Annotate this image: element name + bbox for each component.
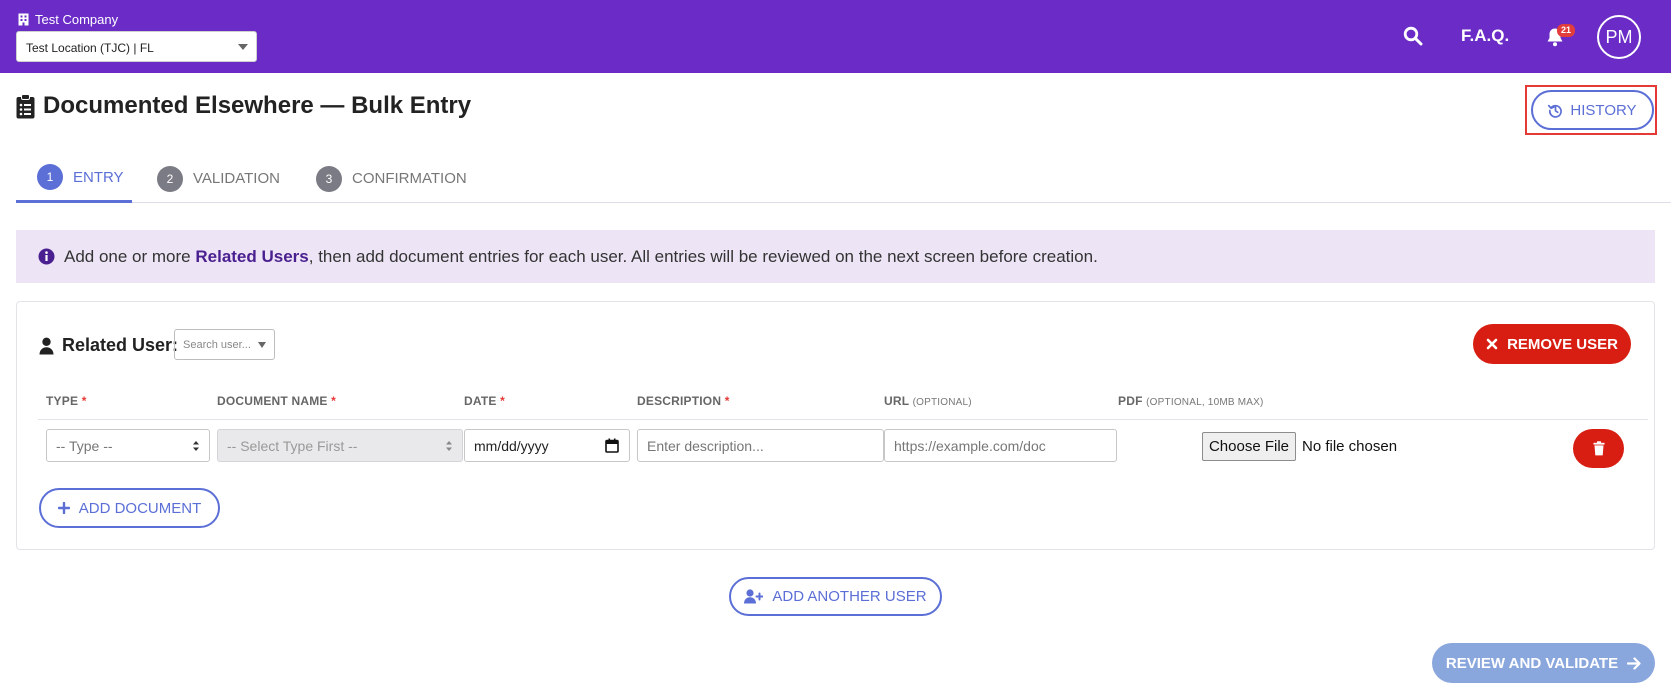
review-and-validate-label: REVIEW AND VALIDATE [1445,654,1619,672]
table-divider [38,419,1648,420]
page-title: Documented Elsewhere — Bulk Entry [16,92,471,120]
col-header-url: URL (OPTIONAL) [884,394,972,408]
required-mark: * [81,394,87,408]
type-select-value: -- Type -- [56,438,113,454]
description-placeholder: Enter description... [647,438,764,454]
user-plus-icon [744,589,764,604]
info-text-prefix: Add one or more [64,246,196,266]
col-header-type: TYPE * [46,394,87,408]
related-user-card: Related User: Search user... REMOVE USER… [16,301,1655,550]
col-header-type-text: TYPE [46,394,79,408]
url-input[interactable]: https://example.com/doc [884,429,1117,462]
history-icon [1548,104,1563,118]
remove-user-button[interactable]: REMOVE USER [1473,324,1631,364]
tab-label: CONFIRMATION [352,170,467,187]
company-name: Test Company [18,12,118,27]
step-number: 3 [316,165,342,192]
info-text-bold: Related Users [195,246,309,266]
building-icon [18,13,29,26]
col-header-date: DATE * [464,394,505,408]
info-text-suffix: , then add document entries for each use… [308,246,1098,266]
step-number: 2 [157,165,183,192]
step-tabs: 1 ENTRY 2 VALIDATION 3 CONFIRMATION [16,154,1671,203]
chevron-down-icon [238,44,248,50]
user-search-placeholder: Search user... [183,339,251,351]
date-placeholder: mm/dd/yyyy [474,438,549,454]
col-header-document-name: DOCUMENT NAME * [217,394,336,408]
chevron-down-icon [258,342,266,348]
info-text: Add one or more Related Users, then add … [64,247,1098,267]
review-and-validate-button[interactable]: REVIEW AND VALIDATE [1432,643,1655,683]
add-another-user-label: ADD ANOTHER USER [772,588,927,605]
add-another-user-button[interactable]: ADD ANOTHER USER [729,577,942,616]
col-header-document-name-text: DOCUMENT NAME [217,394,328,408]
optional-note: (OPTIONAL, 10MB MAX) [1146,397,1264,408]
location-value: Test Location (TJC) | FL [26,41,154,55]
add-document-label: ADD DOCUMENT [78,499,202,517]
optional-note: (OPTIONAL) [912,397,972,408]
type-select[interactable]: -- Type -- [46,429,210,462]
tab-validation[interactable]: 2 VALIDATION [157,154,280,203]
history-button[interactable]: HISTORY [1531,90,1654,130]
url-placeholder: https://example.com/doc [894,438,1046,454]
col-header-pdf: PDF (OPTIONAL, 10MB MAX) [1118,394,1264,408]
arrow-right-icon [1627,656,1641,670]
add-document-button[interactable]: ADD DOCUMENT [39,488,220,528]
choose-file-button[interactable]: Choose File [1202,432,1296,461]
document-name-select[interactable]: -- Select Type First -- [217,429,463,462]
calendar-icon [605,438,619,453]
col-header-date-text: DATE [464,394,497,408]
location-select[interactable]: Test Location (TJC) | FL [16,31,257,62]
required-mark: * [331,394,337,408]
col-header-description-text: DESCRIPTION [637,394,722,408]
col-header-pdf-text: PDF [1118,394,1143,408]
plus-icon [57,502,70,514]
close-icon [1486,338,1498,350]
info-circle-icon [38,248,55,265]
col-header-url-text: URL [884,394,910,408]
description-input[interactable]: Enter description... [637,429,884,462]
tab-entry[interactable]: 1 ENTRY [16,154,132,203]
remove-user-label: REMOVE USER [1507,335,1618,353]
avatar[interactable]: PM [1597,15,1641,59]
page-title-text: Documented Elsewhere — Bulk Entry [43,92,472,119]
sort-updown-icon [193,441,199,451]
user-search-select[interactable]: Search user... [174,329,275,360]
col-header-description: DESCRIPTION * [637,394,730,408]
top-nav-bar: Test Company Test Location (TJC) | FL F.… [0,0,1671,73]
notification-badge: 21 [1557,24,1576,37]
required-mark: * [500,394,505,408]
search-icon[interactable] [1403,26,1423,46]
date-input[interactable]: mm/dd/yyyy [464,429,630,462]
required-mark: * [724,394,730,408]
delete-row-button[interactable] [1573,429,1624,468]
faq-link[interactable]: F.A.Q. [1461,26,1509,46]
history-label: HISTORY [1570,101,1637,119]
document-name-select-value: -- Select Type First -- [227,438,358,454]
file-status: No file chosen [1302,438,1398,455]
related-user-label: Related User: [39,335,178,356]
clipboard-list-icon [16,93,35,118]
user-icon [39,337,54,354]
info-banner: Add one or more Related Users, then add … [16,230,1655,283]
sort-updown-icon [446,441,452,451]
tab-label: VALIDATION [193,170,280,187]
step-number: 1 [37,164,63,190]
tab-confirmation[interactable]: 3 CONFIRMATION [316,154,467,203]
related-user-label-text: Related User: [62,335,179,355]
company-label: Test Company [35,12,119,27]
trash-icon [1593,441,1604,456]
tab-label: ENTRY [73,168,124,186]
